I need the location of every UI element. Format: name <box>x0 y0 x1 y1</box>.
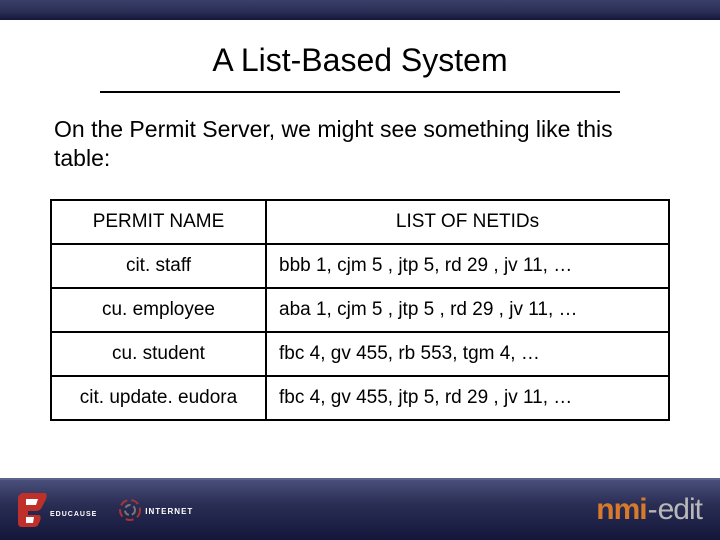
cell-permit-name: cit. staff <box>51 244 266 288</box>
educause-logo: EDUCAUSE <box>18 493 97 527</box>
slide-intro-text: On the Permit Server, we might see somet… <box>54 115 666 173</box>
educause-text: EDUCAUSE <box>50 511 97 519</box>
table-row: cu. student fbc 4, gv 455, rb 553, tgm 4… <box>51 332 669 376</box>
cell-permit-name: cu. employee <box>51 288 266 332</box>
internet2-text: INTERNET <box>145 501 193 519</box>
cell-permit-name: cu. student <box>51 332 266 376</box>
table-header-row: PERMIT NAME LIST OF NETIDs <box>51 200 669 244</box>
internet2-logo: INTERNET <box>119 499 193 521</box>
footer-left-logos: EDUCAUSE INTERNET <box>18 493 193 527</box>
cell-netid-list: aba 1, cjm 5 , jtp 5 , rd 29 , jv 11, … <box>266 288 669 332</box>
table-row: cit. staff bbb 1, cjm 5 , jtp 5, rd 29 ,… <box>51 244 669 288</box>
educause-e-icon <box>18 493 48 527</box>
permit-table: PERMIT NAME LIST OF NETIDs cit. staff bb… <box>50 199 670 421</box>
top-accent-band <box>0 0 720 20</box>
nmi-text-dash: - <box>648 493 657 526</box>
col-header-netids: LIST OF NETIDs <box>266 200 669 244</box>
slide-title: A List-Based System <box>100 32 620 93</box>
nmi-edit-logo: nmi-edit <box>596 493 702 527</box>
col-header-permit-name: PERMIT NAME <box>51 200 266 244</box>
nmi-text-nmi: nmi <box>596 493 646 526</box>
cell-netid-list: fbc 4, gv 455, rb 553, tgm 4, … <box>266 332 669 376</box>
table-row: cu. employee aba 1, cjm 5 , jtp 5 , rd 2… <box>51 288 669 332</box>
cell-permit-name: cit. update. eudora <box>51 376 266 420</box>
table-row: cit. update. eudora fbc 4, gv 455, jtp 5… <box>51 376 669 420</box>
cell-netid-list: fbc 4, gv 455, jtp 5, rd 29 , jv 11, … <box>266 376 669 420</box>
footer-band: EDUCAUSE INTERNET nmi-edit <box>0 478 720 540</box>
nmi-text-edit: edit <box>658 493 702 526</box>
cell-netid-list: bbb 1, cjm 5 , jtp 5, rd 29 , jv 11, … <box>266 244 669 288</box>
internet2-swirl-icon <box>119 499 141 521</box>
slide-content: A List-Based System On the Permit Server… <box>0 20 720 478</box>
